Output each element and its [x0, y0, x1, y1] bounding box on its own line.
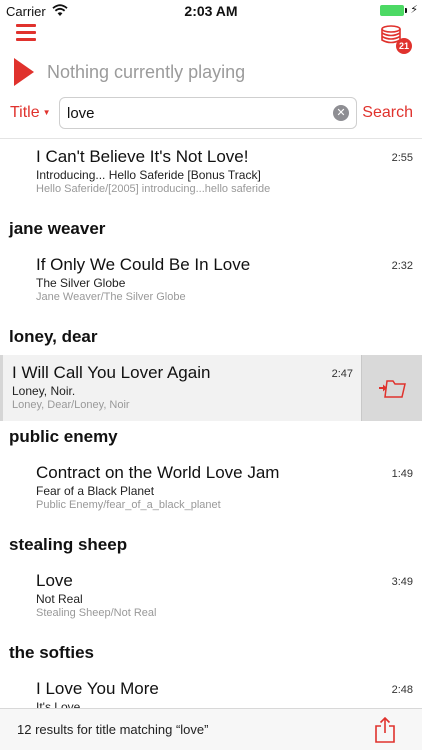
track-row[interactable]: Love Not Real Stealing Sheep/Not Real 3:49 — [0, 563, 422, 637]
track-row[interactable]: I Can't Believe It's Not Love! Introducin… — [0, 139, 422, 213]
track-duration: 2:47 — [331, 368, 353, 380]
track-path: Hello Saferide/[2005] introducing...hell… — [36, 183, 271, 195]
status-bar: Carrier 2:03 AM ⚡ — [0, 0, 422, 22]
caret-down-icon: ▼ — [42, 108, 51, 118]
track-title: I Can't Believe It's Not Love! — [36, 147, 249, 166]
charging-icon: ⚡ — [410, 4, 418, 16]
track-path: Jane Weaver/The Silver Globe — [36, 291, 186, 303]
track-duration: 2:55 — [391, 152, 413, 164]
search-field-label: Title — [10, 104, 40, 121]
track-path: Stealing Sheep/Not Real — [36, 607, 157, 619]
menu-icon[interactable] — [16, 24, 36, 44]
artist-section-header: loney, dear — [0, 321, 422, 355]
track-album: The Silver Globe — [36, 276, 126, 290]
add-to-folder-button[interactable] — [361, 355, 422, 421]
artist-section-header: public enemy — [0, 421, 422, 455]
track-title: I Will Call You Lover Again — [12, 363, 211, 382]
artist-section-header: stealing sheep — [0, 529, 422, 563]
now-playing-text: Nothing currently playing — [47, 62, 246, 82]
artist-section-header: jane weaver — [0, 213, 422, 247]
track-row[interactable]: Contract on the World Love Jam Fear of a … — [0, 455, 422, 529]
track-title: I Love You More — [36, 679, 159, 698]
track-duration: 2:32 — [391, 260, 413, 272]
track-title: Love — [36, 571, 73, 590]
track-album: Not Real — [36, 592, 83, 606]
search-input[interactable] — [67, 98, 327, 128]
track-album: Loney, Noir. — [12, 384, 76, 398]
share-icon[interactable] — [374, 717, 396, 743]
search-field-select[interactable]: Title ▼ — [10, 104, 51, 122]
toolbar: 21 — [0, 22, 422, 54]
track-row[interactable]: If Only We Could Be In Love The Silver Gl… — [0, 247, 422, 321]
clear-icon[interactable]: ✕ — [333, 105, 349, 121]
play-icon[interactable] — [13, 57, 35, 87]
track-album: Introducing... Hello Saferide [Bonus Tra… — [36, 168, 261, 182]
track-path: Loney, Dear/Loney, Noir — [12, 399, 130, 411]
track-path: Public Enemy/fear_of_a_black_planet — [36, 499, 221, 511]
track-row[interactable]: I Love You More It's Love 2:48 — [0, 671, 422, 708]
footer-bar: 12 results for title matching “love” — [0, 708, 422, 750]
track-row[interactable]: I Will Call You Lover Again Loney, Noir. L… — [0, 355, 422, 421]
queue-count-badge: 21 — [396, 38, 412, 54]
track-duration: 3:49 — [391, 576, 413, 588]
search-box[interactable]: ✕ — [59, 97, 357, 129]
search-button[interactable]: Search — [362, 104, 413, 122]
search-row: Title▼ ✕ Search — [0, 96, 422, 130]
track-album: It's Love — [36, 700, 81, 708]
track-duration: 1:49 — [391, 468, 413, 480]
folder-add-icon — [379, 380, 406, 398]
battery-tip — [405, 8, 407, 13]
now-playing-bar[interactable]: Nothing currently playing — [0, 54, 422, 90]
result-count-text: 12 results for title matching “love” — [17, 722, 209, 737]
artist-section-header: the softies — [0, 637, 422, 671]
clock: 2:03 AM — [184, 3, 238, 19]
track-duration: 2:48 — [391, 684, 413, 696]
results-list[interactable]: I Can't Believe It's Not Love! Introducin… — [0, 138, 422, 708]
track-album: Fear of a Black Planet — [36, 484, 155, 498]
track-title: If Only We Could Be In Love — [36, 255, 251, 274]
track-title: Contract on the World Love Jam — [36, 463, 280, 482]
battery-icon — [380, 5, 404, 16]
